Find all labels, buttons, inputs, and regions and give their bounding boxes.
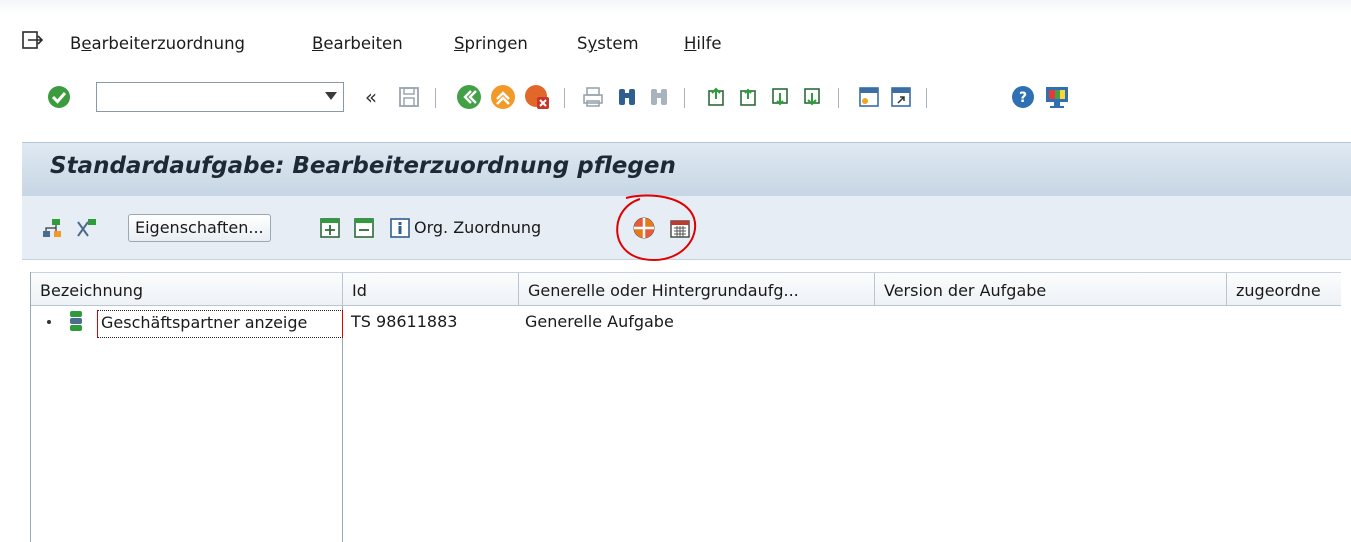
toolbar-separator (838, 88, 839, 108)
hierarchy-icon[interactable] (40, 216, 64, 240)
find-next-icon (651, 89, 667, 105)
next-page-button[interactable] (768, 84, 794, 110)
menu-bearbeiten[interactable]: Bearbeiten (312, 34, 403, 53)
find-button[interactable] (614, 84, 640, 110)
back-icon (457, 85, 481, 109)
next-page-icon (772, 88, 788, 106)
exit-button[interactable] (490, 84, 516, 110)
menu-hilfe[interactable]: Hilfe (684, 34, 722, 53)
menu-bearbeiterzuordnung[interactable]: Bearbeiterzuordnung (70, 34, 245, 53)
command-input[interactable] (101, 84, 311, 110)
help-icon: ? (1012, 86, 1034, 108)
customize-layout-icon (1046, 87, 1068, 108)
tree-column (31, 306, 343, 542)
exit-icon (491, 85, 515, 109)
toolbar-separator (684, 88, 685, 108)
save-icon (399, 87, 419, 107)
toolbar-separator (435, 88, 436, 108)
column-header-id[interactable]: Id (343, 273, 519, 306)
column-header-task-type[interactable]: Generelle oder Hintergrundaufg... (519, 273, 875, 306)
customize-layout-button[interactable] (1044, 84, 1070, 110)
column-header-assigned[interactable]: zugeordne (1227, 273, 1341, 306)
toolbar-separator (926, 88, 927, 108)
menu-system[interactable]: System (577, 34, 639, 53)
unassign-icon[interactable] (74, 216, 98, 240)
print-button[interactable] (580, 84, 606, 110)
svg-text:?: ? (1019, 90, 1027, 106)
title-bar: Standardaufgabe: Bearbeiterzuordnung pfl… (22, 142, 1351, 196)
info-icon[interactable] (388, 216, 412, 240)
system-menu-icon[interactable] (22, 31, 44, 51)
back-chevrons-icon[interactable]: « (358, 84, 384, 110)
application-toolbar: Eigenschaften... Org. Zuordnung (22, 196, 1351, 260)
back-button[interactable] (456, 84, 482, 110)
collapse-all-icon[interactable] (352, 216, 376, 240)
properties-button[interactable]: Eigenschaften... (128, 214, 271, 242)
cell-task-type: Generelle Aufgabe (525, 312, 674, 331)
org-assignment-label[interactable]: Org. Zuordnung (414, 218, 541, 237)
last-page-button[interactable] (800, 84, 826, 110)
new-session-button[interactable] (856, 84, 882, 110)
shortcut-icon (891, 87, 911, 107)
first-page-icon (708, 87, 724, 106)
lifebuoy-icon[interactable] (632, 216, 656, 240)
previous-page-button[interactable] (736, 84, 762, 110)
print-icon (583, 87, 603, 107)
cell-id: TS 98611883 (351, 312, 458, 331)
command-field[interactable] (96, 82, 344, 112)
table-header: Bezeichnung Id Generelle oder Hintergrun… (31, 272, 1341, 306)
last-page-icon (804, 88, 820, 106)
menu-bar: Bearbeiterzuordnung Bearbeiten Springen … (0, 28, 1351, 64)
save-button[interactable] (396, 84, 422, 110)
task-node-icon (70, 311, 82, 331)
assignment-table: Bezeichnung Id Generelle oder Hintergrun… (30, 272, 1341, 542)
shortcut-button[interactable] (888, 84, 914, 110)
previous-page-icon (740, 88, 756, 106)
chevron-down-icon[interactable] (325, 92, 337, 100)
calendar-icon[interactable] (668, 216, 692, 240)
enter-icon (48, 86, 70, 108)
toolbar-separator (564, 88, 565, 108)
page-title: Standardaufgabe: Bearbeiterzuordnung pfl… (50, 153, 676, 179)
find-icon (619, 89, 635, 105)
new-session-icon (859, 87, 879, 107)
column-header-version[interactable]: Version der Aufgabe (875, 273, 1227, 306)
help-button[interactable]: ? (1010, 84, 1036, 110)
find-next-button[interactable] (646, 84, 672, 110)
window-top-strip (0, 0, 1351, 14)
expand-all-icon[interactable] (318, 216, 342, 240)
tree-node-label[interactable]: Geschäftspartner anzeige (97, 310, 343, 338)
cancel-button[interactable] (524, 84, 550, 110)
column-header-bezeichnung[interactable]: Bezeichnung (31, 273, 343, 306)
first-page-button[interactable] (704, 84, 730, 110)
cancel-icon (525, 85, 549, 109)
menu-springen[interactable]: Springen (454, 34, 528, 53)
enter-button[interactable] (46, 84, 72, 110)
tree-bullet (47, 320, 51, 324)
